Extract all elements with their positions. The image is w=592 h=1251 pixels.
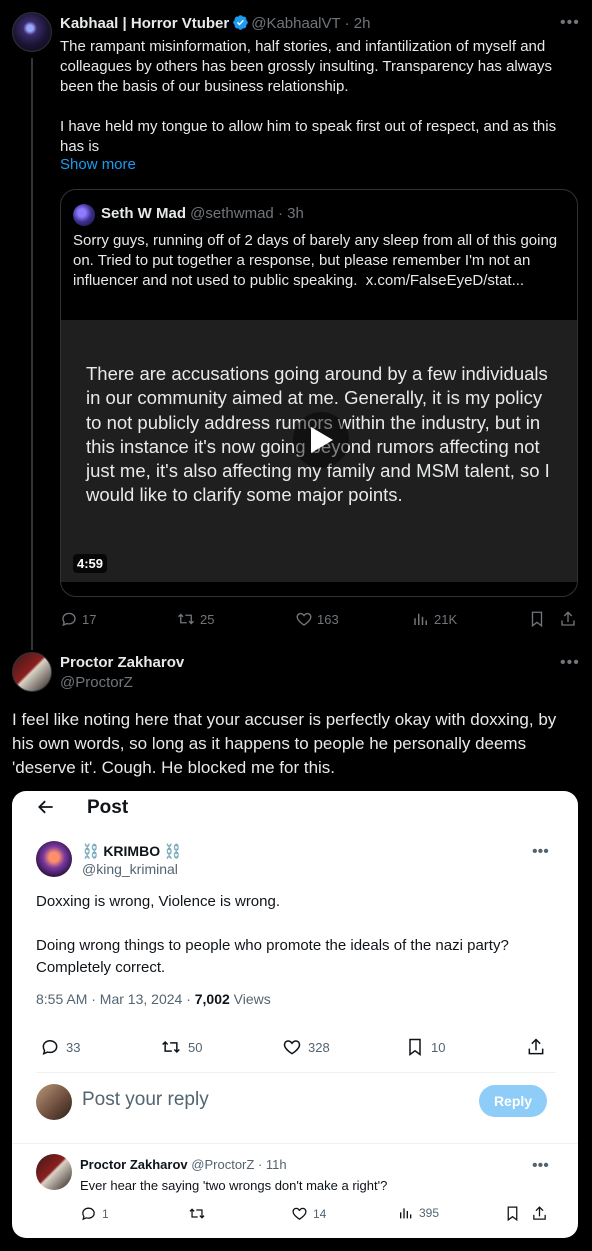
share-icon	[526, 1037, 546, 1057]
bookmark-icon	[504, 1205, 521, 1222]
more-options-icon: •••	[532, 843, 549, 860]
share-icon	[531, 1205, 548, 1222]
like-count: 328	[308, 1039, 330, 1055]
avatar	[36, 1154, 72, 1190]
analytics-icon	[398, 1205, 414, 1221]
tweet-body: I feel like noting here that your accuse…	[12, 710, 557, 777]
view-count: 21K	[434, 611, 458, 627]
repost-group	[188, 1205, 206, 1222]
author-handle[interactable]: @ProctorZ	[60, 674, 133, 691]
author-handle: @ProctorZ	[191, 1157, 255, 1172]
repost-count-group: 50	[160, 1037, 202, 1057]
like-count-group: 328	[282, 1037, 330, 1057]
reply-count: 1	[102, 1206, 109, 1221]
avatar[interactable]	[12, 12, 52, 52]
author-name: Seth W Mad	[101, 205, 186, 222]
analytics-icon	[412, 610, 430, 628]
avatar	[36, 841, 72, 877]
tweet-header: Kabhaal | Horror Vtuber @KabhaalVT · 2h	[60, 14, 370, 35]
heart-icon	[295, 610, 313, 628]
reply-count: 33	[66, 1039, 81, 1055]
bookmark-icon	[528, 610, 546, 628]
show-more-link[interactable]: Show more	[60, 156, 136, 173]
avatar	[73, 204, 95, 226]
author-name: ⛓️ KRIMBO ⛓️	[82, 843, 182, 859]
repost-count: 50	[188, 1039, 203, 1055]
author-handle: @sethwmad	[190, 205, 274, 222]
post-time[interactable]: · 2h	[345, 15, 371, 32]
verified-badge-icon	[232, 14, 249, 35]
repost-icon	[160, 1037, 182, 1057]
heart-icon	[282, 1037, 302, 1057]
repost-button[interactable]: 25	[176, 608, 214, 630]
reply-icon	[60, 610, 78, 628]
views-group: 395	[398, 1205, 439, 1221]
share-button[interactable]	[559, 608, 577, 630]
author-name[interactable]: Kabhaal | Horror Vtuber	[60, 15, 229, 32]
share-group	[526, 1037, 546, 1057]
view-count: 395	[419, 1206, 440, 1220]
repost-count: 25	[200, 611, 215, 627]
reply-count-group: 33	[40, 1037, 80, 1057]
reply-text: Ever hear the saying 'two wrongs don't m…	[80, 1178, 388, 1193]
repost-icon	[188, 1205, 206, 1222]
more-options-icon: •••	[532, 1157, 549, 1174]
reply-count: 17	[82, 611, 97, 627]
bookmark-count-group: 10	[405, 1037, 445, 1057]
quote-link[interactable]: x.com/FalseEyeD/stat...	[366, 272, 524, 289]
post-body: Doxxing is wrong, Violence is wrong. Doi…	[36, 891, 556, 1001]
tweet-body: The rampant misinformation, half stories…	[60, 37, 580, 157]
bookmark-count: 10	[431, 1039, 446, 1055]
divider	[12, 1143, 578, 1144]
reply-header: Proctor Zakharov @ProctorZ · 11h	[80, 1157, 287, 1172]
author-handle: @king_kriminal	[82, 861, 178, 877]
post-meta: 8:55 AM · Mar 13, 2024 · 7,002 Views	[36, 991, 271, 1007]
share-icon	[559, 610, 577, 628]
avatar	[36, 1084, 72, 1120]
bookmark-button[interactable]	[528, 608, 546, 630]
post-paragraph: Doxxing is wrong, Violence is wrong.	[36, 893, 281, 910]
divider	[36, 1072, 556, 1073]
post-time: · 11h	[257, 1157, 287, 1172]
bookmark-group	[504, 1205, 521, 1222]
like-count-group: 14	[291, 1205, 326, 1222]
post-timestamp: 8:55 AM · Mar 13, 2024 ·	[36, 991, 195, 1007]
view-count: 7,002	[194, 991, 230, 1007]
reply-icon	[40, 1037, 60, 1057]
views-button[interactable]: 21K	[412, 608, 457, 630]
author-handle[interactable]: @KabhaalVT	[251, 15, 340, 32]
quote-header: Seth W Mad @sethwmad · 3h	[101, 205, 304, 222]
quote-text: Sorry guys, running off of 2 days of bar…	[73, 231, 571, 291]
repost-icon	[176, 610, 196, 628]
author-name: Proctor Zakharov	[80, 1157, 188, 1172]
thread-line	[31, 58, 33, 650]
reply-count-group: 1	[80, 1205, 109, 1222]
reply-button[interactable]: 17	[60, 608, 96, 630]
page-title: Post	[87, 797, 129, 818]
more-options-icon[interactable]: •••	[560, 654, 580, 672]
like-button[interactable]: 163	[295, 608, 339, 630]
back-arrow-icon	[36, 797, 56, 823]
tweet-paragraph: The rampant misinformation, half stories…	[60, 38, 552, 95]
views-label: Views	[229, 991, 271, 1007]
video-duration: 4:59	[73, 554, 108, 573]
like-count: 14	[313, 1206, 327, 1221]
bookmark-icon	[405, 1037, 425, 1057]
like-count: 163	[317, 611, 339, 627]
avatar[interactable]	[12, 652, 52, 692]
attached-image[interactable]: Post ⛓️ KRIMBO ⛓️ @king_kriminal ••• Dox…	[12, 791, 578, 1238]
reply-button: Reply	[479, 1085, 547, 1117]
post-paragraph: Doing wrong things to people who promote…	[36, 937, 509, 976]
quoted-post[interactable]: Seth W Mad @sethwmad · 3h Sorry guys, ru…	[60, 189, 578, 597]
play-icon[interactable]	[293, 412, 349, 468]
video-player[interactable]: There are accusations going around by a …	[61, 320, 577, 582]
share-group	[531, 1205, 548, 1222]
reply-icon	[80, 1205, 97, 1222]
heart-icon	[291, 1205, 308, 1222]
author-name[interactable]: Proctor Zakharov	[60, 654, 184, 671]
tweet-paragraph: I have held my tongue to allow him to sp…	[60, 118, 557, 155]
post-time: · 3h	[277, 205, 304, 222]
more-options-icon[interactable]: •••	[560, 14, 580, 32]
reply-input-placeholder: Post your reply	[82, 1089, 209, 1110]
